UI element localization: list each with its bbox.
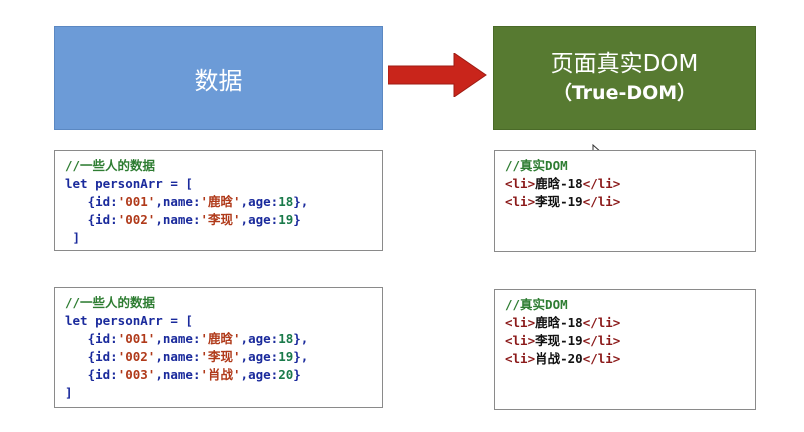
code-row: {id:'001',name:'鹿晗',age:18}, [87, 194, 309, 209]
code-comment: //真实DOM [505, 297, 568, 312]
data-code-block-2: //一些人的数据 let personArr = [ {id:'001',nam… [54, 287, 383, 408]
real-dom-subtitle: （True-DOM） [552, 82, 697, 104]
data-box-label: 数据 [194, 66, 243, 95]
data-code-block-1: //一些人的数据 let personArr = [ {id:'001',nam… [54, 150, 383, 251]
real-dom-title: 页面真实DOM [550, 51, 699, 77]
right-arrow-icon [388, 53, 487, 97]
code-row: {id:'002',name:'李现',age:19}, [87, 349, 309, 364]
code-row: {id:'002',name:'李现',age:19} [87, 212, 301, 227]
data-box: 数据 [54, 26, 383, 130]
code-declaration: let personArr = [ [65, 176, 193, 191]
code-close: ] [65, 230, 81, 245]
code-declaration: let personArr = [ [65, 313, 193, 328]
li-element: <li>鹿晗-18</li> [505, 315, 621, 330]
code-row: {id:'001',name:'鹿晗',age:18}, [87, 331, 309, 346]
code-close: ] [65, 385, 73, 400]
real-dom-code-block-2: //真实DOM <li>鹿晗-18</li> <li>李现-19</li> <l… [494, 289, 756, 410]
li-element: <li>李现-19</li> [505, 194, 621, 209]
li-element: <li>肖战-20</li> [505, 351, 621, 366]
real-dom-box: 页面真实DOM （True-DOM） [493, 26, 756, 130]
li-element: <li>鹿晗-18</li> [505, 176, 621, 191]
code-comment: //一些人的数据 [65, 158, 156, 173]
code-comment: //一些人的数据 [65, 295, 156, 310]
code-row: {id:'003',name:'肖战',age:20} [87, 367, 301, 382]
li-element: <li>李现-19</li> [505, 333, 621, 348]
real-dom-code-block-1: //真实DOM <li>鹿晗-18</li> <li>李现-19</li> [494, 150, 756, 252]
code-comment: //真实DOM [505, 158, 568, 173]
